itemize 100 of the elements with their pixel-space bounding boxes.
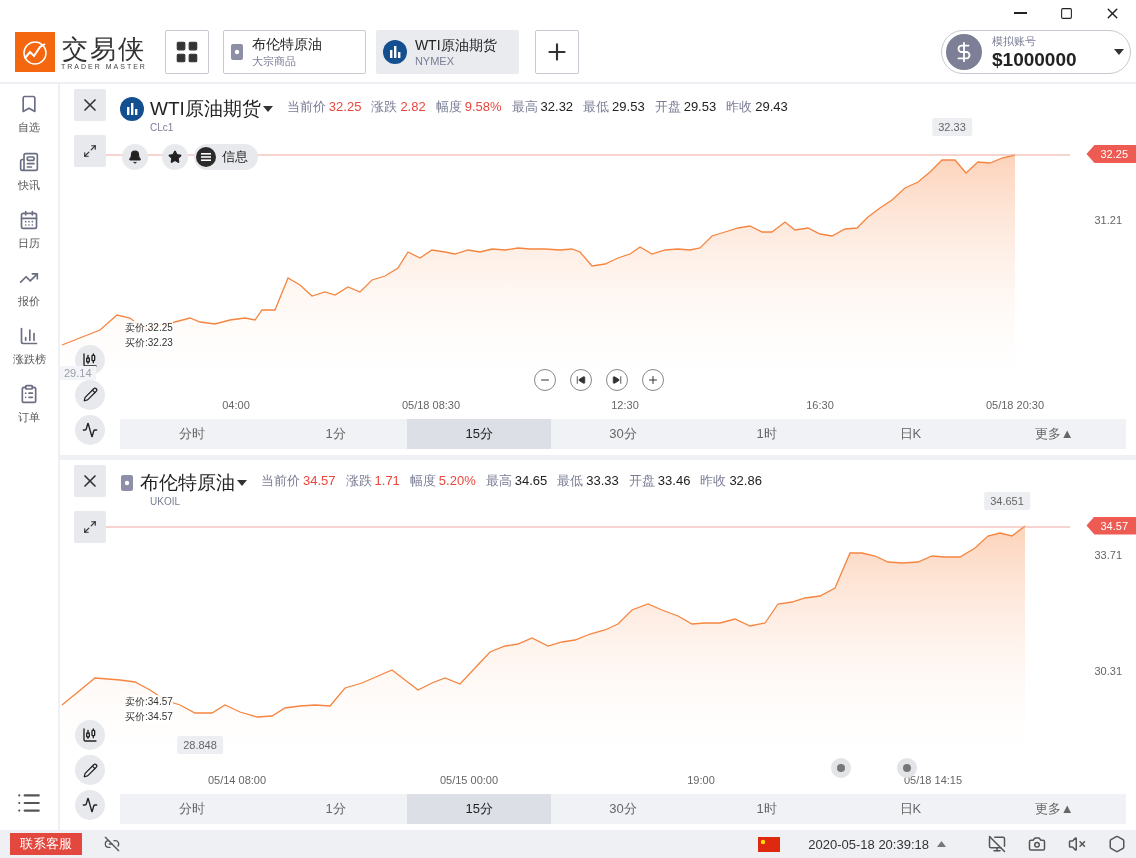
support-button[interactable]: 联系客服: [10, 833, 82, 855]
quote-stat: 涨跌 1.71: [345, 471, 400, 490]
symbol-selector[interactable]: 布伦特原油: [140, 469, 247, 496]
period-tab[interactable]: 30分: [551, 794, 695, 824]
x-axis-label: 04:00: [222, 398, 250, 411]
period-tab[interactable]: 更多▲: [982, 418, 1126, 449]
sidebar-item[interactable]: 报价: [4, 268, 54, 309]
bookmark-icon: [19, 94, 39, 114]
period-tab[interactable]: 日K: [838, 794, 983, 824]
quote-stat: 开盘 29.53: [654, 98, 717, 116]
bid-price: 卖价:34.57: [125, 694, 173, 709]
camera-button[interactable]: [1028, 835, 1046, 853]
indicator-button[interactable]: [75, 414, 105, 445]
mute-icon: [1068, 835, 1086, 853]
skip-forward-icon: [612, 375, 622, 385]
logo-icon: [15, 32, 55, 72]
x-axis-label: 05/18 20:30: [985, 398, 1045, 411]
y-axis-label: 31.21: [1094, 214, 1122, 226]
period-tab[interactable]: 30分: [551, 418, 695, 449]
add-tab-button[interactable]: [534, 30, 579, 74]
period-tab[interactable]: 分时: [120, 794, 264, 824]
high-price-marker: 34.651: [984, 491, 1030, 510]
minimize-icon: [1013, 12, 1027, 14]
y-axis-label: 30.31: [1094, 664, 1122, 677]
quote-stat: 开盘 33.46: [628, 471, 691, 490]
sidebar-item[interactable]: 快讯: [4, 152, 54, 193]
bar-chart-logo-icon: [382, 40, 407, 64]
sound-button[interactable]: [1068, 835, 1086, 853]
price-label: 29.14: [60, 366, 96, 380]
symbol-selector[interactable]: WTI原油期货: [150, 96, 273, 122]
period-tab[interactable]: 1时: [694, 418, 839, 449]
account-button[interactable]: 模拟账号 $1000000: [941, 30, 1131, 74]
sidebar-item[interactable]: 订单: [4, 384, 54, 425]
pulse-line-icon: [82, 421, 98, 438]
star-icon: [168, 150, 182, 164]
x-axis-label: 12:30: [611, 398, 639, 411]
period-tab[interactable]: 更多▲: [982, 794, 1126, 824]
ranking-icon: [19, 326, 39, 346]
candlestick-icon: [82, 351, 98, 368]
period-tab[interactable]: 1分: [263, 794, 408, 824]
x-axis-label: 05/18 14:15: [903, 774, 963, 786]
dot-icon: [837, 763, 845, 772]
quote-stat: 涨跌 2.82: [371, 98, 426, 116]
screen-button[interactable]: [988, 835, 1006, 853]
link-button[interactable]: [104, 836, 120, 852]
info-button[interactable]: 信息: [194, 144, 258, 170]
x-axis-label: 05/18 08:30: [401, 398, 461, 411]
news-icon: [19, 152, 39, 172]
period-tab[interactable]: 1时: [694, 794, 839, 824]
instrument-tab[interactable]: WTI原油期货 NYMEX: [375, 30, 519, 74]
symbol-code: CLc1: [150, 122, 175, 133]
barrel-icon: [120, 474, 134, 491]
maximize-icon: [1059, 6, 1073, 20]
expand-button[interactable]: [74, 510, 106, 543]
period-tab[interactable]: 日K: [838, 418, 983, 449]
quote-stat: 昨收 29.43: [726, 98, 788, 116]
caret-icon[interactable]: [937, 841, 946, 847]
plus-icon: [647, 374, 659, 386]
dollar-coin-icon: [946, 34, 982, 70]
menu-lines-icon: [196, 147, 216, 167]
indicator-button[interactable]: [75, 790, 105, 820]
ask-price: 买价:32.23: [125, 336, 173, 350]
caret-icon: [262, 106, 273, 112]
star-button[interactable]: [162, 144, 188, 170]
quote-stat: 最低 29.53: [583, 98, 645, 116]
broken-link-icon: [104, 836, 120, 852]
pulse-line-icon: [82, 797, 98, 813]
x-axis-label: 19:00: [687, 774, 715, 786]
current-price-tag: 32.25: [1086, 145, 1136, 163]
pencil-icon: [82, 762, 98, 778]
current-price-tag: 34.57: [1086, 516, 1136, 535]
period-tab[interactable]: 15分: [407, 418, 552, 449]
period-tab[interactable]: 1分: [263, 418, 408, 449]
layout-grid-button[interactable]: [164, 30, 209, 74]
sidebar-item[interactable]: 日历: [4, 210, 54, 251]
screen-off-icon: [988, 835, 1006, 853]
sidebar-item[interactable]: 涨跌榜: [4, 326, 54, 367]
period-tab[interactable]: 15分: [407, 794, 552, 824]
caret-icon: [1114, 49, 1124, 55]
logo-name: 交易侠: [61, 34, 146, 63]
expand-button[interactable]: [74, 135, 106, 167]
symbol-code: UKOIL: [150, 495, 181, 507]
calendar-icon: [19, 210, 39, 230]
orders-icon: [19, 384, 39, 404]
bell-button[interactable]: [122, 144, 148, 170]
period-tab[interactable]: 分时: [120, 418, 264, 449]
sidebar-item[interactable]: 自选: [4, 94, 54, 135]
skip-back-icon: [576, 375, 586, 385]
high-price-marker: 32.33: [932, 118, 972, 136]
pencil-button[interactable]: [75, 755, 105, 785]
quote-stat: 昨收 32.86: [700, 471, 762, 490]
x-axis-label: 05/14 08:00: [207, 774, 267, 786]
datetime: 2020-05-18 20:39:18: [807, 836, 929, 852]
quote-stat: 最高 32.32: [511, 98, 574, 116]
quote-stat: 最高 34.65: [485, 471, 548, 490]
settings-button[interactable]: [1108, 835, 1126, 853]
flag-icon: [758, 836, 781, 852]
quote-stat: 当前价 32.25: [286, 98, 362, 116]
y-axis-label: 33.71: [1094, 548, 1122, 561]
instrument-tab[interactable]: 布伦特原油 大宗商品: [222, 30, 366, 74]
